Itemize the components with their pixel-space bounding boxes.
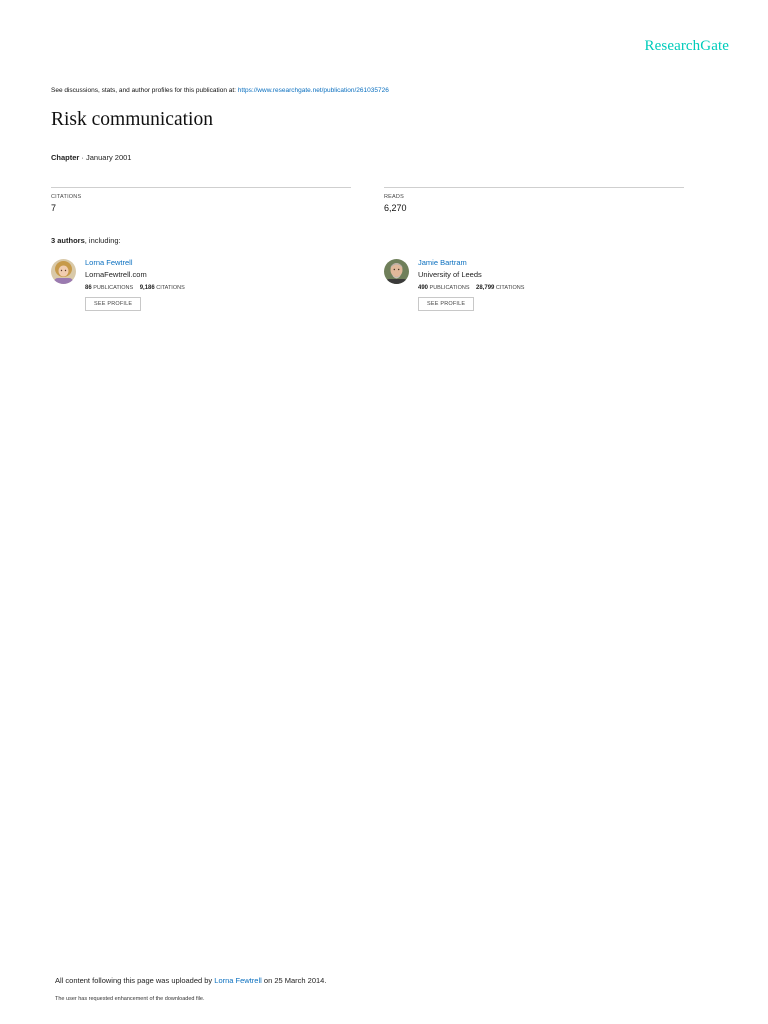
see-profile-button[interactable]: SEE PROFILE — [85, 297, 142, 311]
citations-count: 28,799 — [476, 285, 495, 291]
author-stats: 490 PUBLICATIONS 28,799 CITATIONS — [418, 285, 524, 291]
author-institution: University of Leeds — [418, 270, 482, 279]
authors-header: 3 authors, including: — [51, 236, 121, 245]
publications-label: PUBLICATIONS — [93, 285, 134, 291]
author-info: Lorna Fewtrell LornaFewtrell.com 86 PUBL… — [85, 258, 185, 311]
discussion-prefix: See discussions, stats, and author profi… — [51, 87, 238, 94]
author-name-link[interactable]: Jamie Bartram — [418, 258, 524, 267]
researchgate-logo[interactable]: ResearchGate — [645, 38, 729, 55]
author-institution: LornaFewtrell.com — [85, 270, 147, 279]
citations-count: 9,186 — [139, 285, 155, 291]
reads-value: 6,270 — [384, 203, 407, 213]
publications-count: 86 — [85, 285, 92, 291]
reads-stat: READS 6,270 — [384, 187, 684, 213]
upload-note: All content following this page was uplo… — [55, 976, 326, 985]
author-stats: 86 PUBLICATIONS 9,186 CITATIONS — [85, 285, 185, 291]
discussion-line: See discussions, stats, and author profi… — [51, 87, 389, 94]
meta-separator: · — [79, 153, 87, 162]
author-card: Jamie Bartram University of Leeds 490 PU… — [384, 258, 684, 322]
avatar[interactable] — [51, 259, 76, 284]
publications-count: 490 — [418, 285, 429, 291]
author-photo-icon — [384, 259, 409, 284]
enhancement-note: The user has requested enhancement of th… — [55, 996, 205, 1002]
publication-date: January 2001 — [86, 153, 132, 162]
avatar[interactable] — [384, 259, 409, 284]
publication-type: Chapter — [51, 153, 80, 162]
author-name-link[interactable]: Lorna Fewtrell — [85, 258, 185, 267]
upload-suffix: on 25 March 2014. — [261, 976, 327, 985]
citations-label: CITATIONS — [156, 285, 185, 291]
publication-link[interactable]: https://www.researchgate.net/publication… — [238, 87, 389, 94]
upload-prefix: All content following this page was uplo… — [55, 976, 215, 985]
reads-label: READS — [384, 194, 404, 200]
author-info: Jamie Bartram University of Leeds 490 PU… — [418, 258, 524, 311]
publication-title: Risk communication — [51, 109, 213, 130]
authors-suffix: , including: — [84, 236, 121, 245]
citations-label: CITATIONS — [51, 194, 82, 200]
citations-stat: CITATIONS 7 — [51, 187, 351, 213]
citations-label: CITATIONS — [495, 285, 525, 291]
uploader-link[interactable]: Lorna Fewtrell — [214, 976, 262, 985]
see-profile-button[interactable]: SEE PROFILE — [418, 297, 475, 311]
author-photo-icon — [51, 259, 76, 284]
publication-meta: Chapter · January 2001 — [51, 153, 131, 162]
authors-count: 3 authors — [51, 236, 85, 245]
publications-label: PUBLICATIONS — [429, 285, 470, 291]
author-card: Lorna Fewtrell LornaFewtrell.com 86 PUBL… — [51, 258, 351, 322]
citations-value: 7 — [51, 203, 57, 213]
